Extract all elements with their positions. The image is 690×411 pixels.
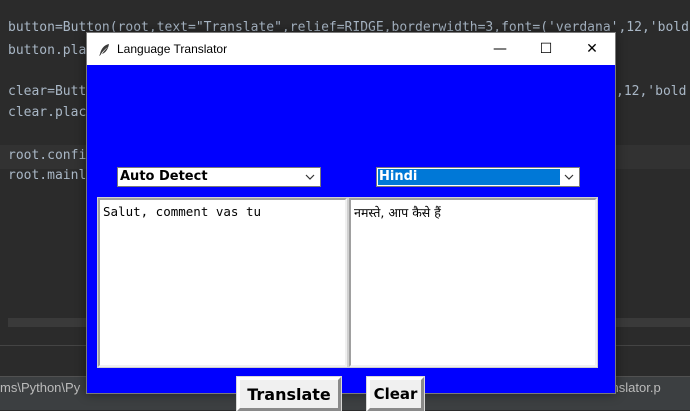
minimize-button[interactable]: — <box>477 33 523 65</box>
window-title: Language Translator <box>117 42 228 56</box>
source-language-value: Auto Detect <box>120 169 208 184</box>
code-line-5: root.confi <box>8 148 87 163</box>
target-language-select[interactable]: Hindi <box>376 167 580 187</box>
translated-text: नमस्ते, आप कैसे हैं <box>354 205 441 220</box>
target-language-value: Hindi <box>379 169 418 184</box>
code-line-4: clear.plac <box>8 105 87 120</box>
clear-button[interactable]: Clear <box>366 376 425 411</box>
chevron-down-icon[interactable] <box>302 169 318 185</box>
code-line-3-right: ,12,'bold <box>616 84 687 99</box>
source-text-area[interactable]: Salut, comment vas tu <box>97 197 348 368</box>
code-line-3: clear=Butt <box>8 84 87 99</box>
title-bar[interactable]: Language Translator — ☐ ✕ <box>87 33 615 65</box>
feather-icon <box>97 42 111 56</box>
close-button[interactable]: ✕ <box>569 33 615 65</box>
source-language-select[interactable]: Auto Detect <box>117 167 321 187</box>
maximize-button[interactable]: ☐ <box>523 33 569 65</box>
chevron-down-icon[interactable] <box>561 169 577 185</box>
status-path: ms\Python\Py <box>0 380 81 395</box>
translated-text-area[interactable]: नमस्ते, आप कैसे हैं <box>348 197 598 368</box>
app-client-area: Auto Detect Hindi Salut, comment vas tu … <box>87 65 615 411</box>
translator-window: Language Translator — ☐ ✕ Auto Detect Hi… <box>86 32 616 411</box>
source-text: Salut, comment vas tu <box>103 204 262 219</box>
ide-bottom-strip <box>0 400 690 410</box>
translate-button[interactable]: Translate <box>236 376 342 411</box>
code-line-6: root.mainl <box>8 168 87 183</box>
code-line-2: button.pla <box>8 43 87 58</box>
